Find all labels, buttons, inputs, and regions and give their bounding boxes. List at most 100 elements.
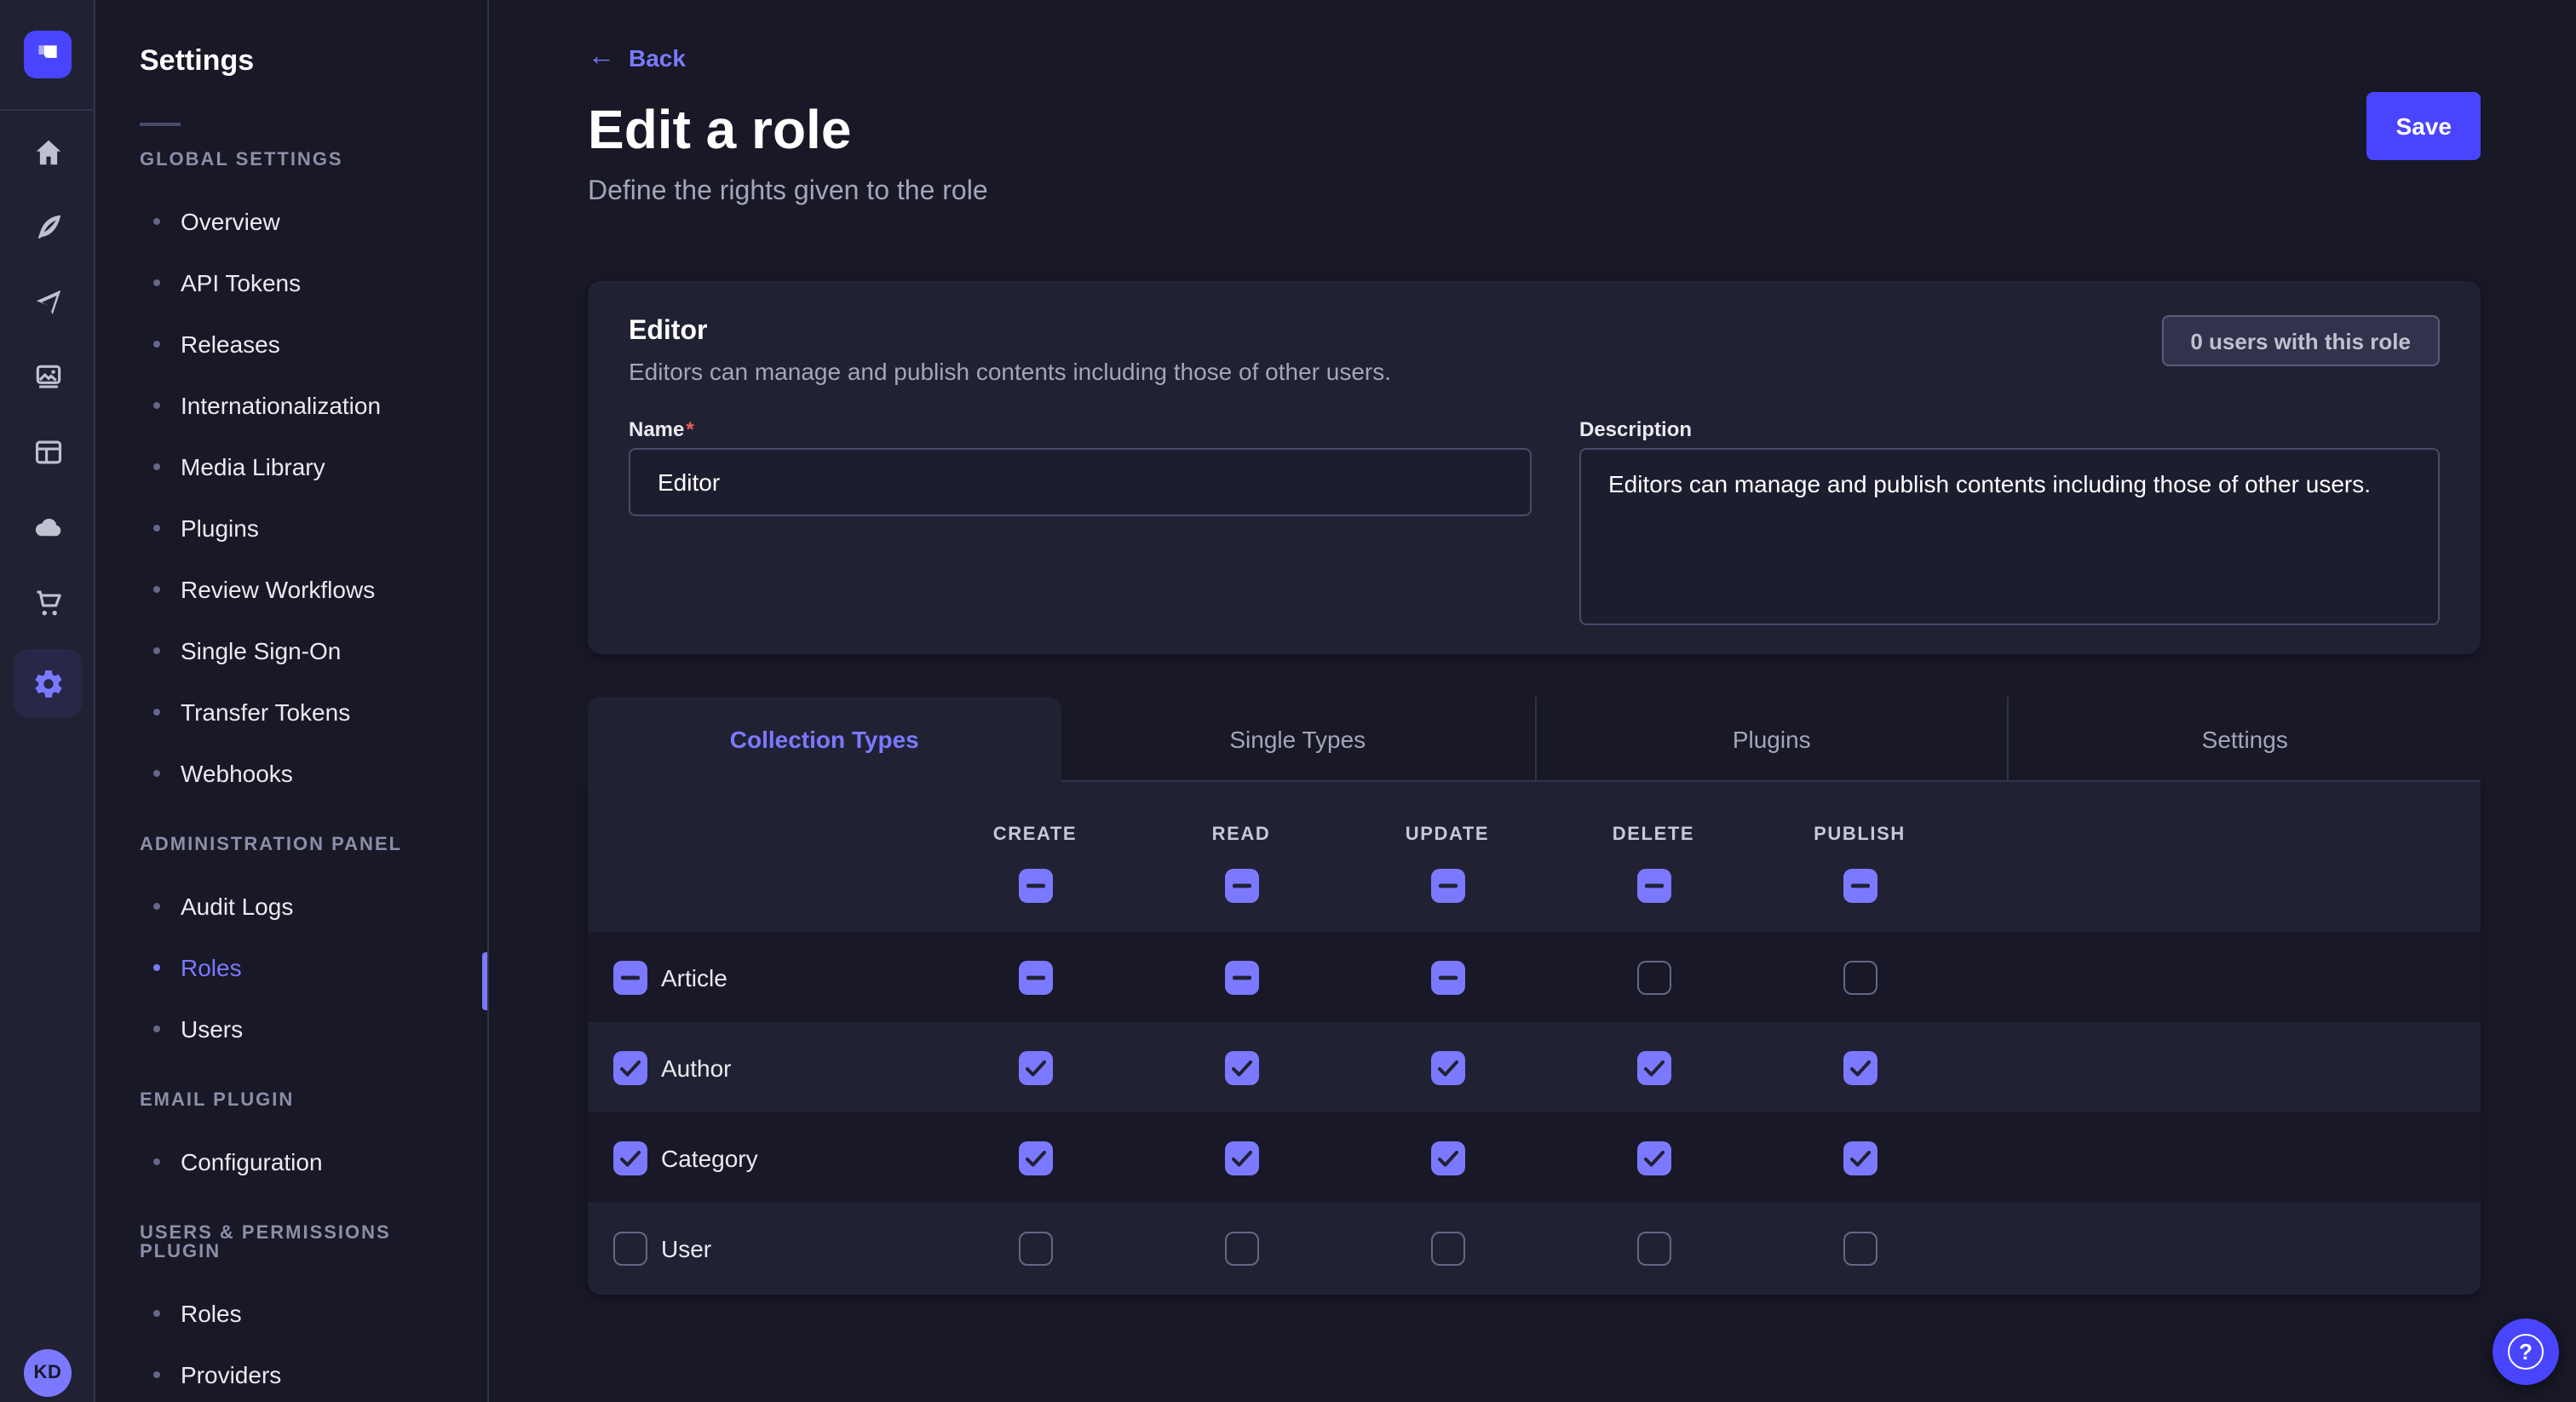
subnav-item-audit-logs[interactable]: Audit Logs [140, 889, 453, 923]
subnav-section-label: EMAIL PLUGIN [140, 1092, 453, 1111]
bullet-icon [153, 402, 160, 409]
subnav-item-label: Roles [181, 1296, 242, 1330]
checkbox-indeterminate[interactable] [1636, 869, 1670, 903]
checkbox-unchecked[interactable] [1018, 1231, 1052, 1265]
subnav-item-configuration[interactable]: Configuration [140, 1145, 453, 1179]
tab-plugins[interactable]: Plugins [1534, 697, 2008, 782]
checkbox-indeterminate[interactable] [1843, 869, 1877, 903]
tab-collection-types[interactable]: Collection Types [588, 697, 1061, 782]
column-header-delete: DELETE [1550, 826, 1757, 903]
subnav-title: Settings [140, 44, 453, 78]
permissions-tabs: Collection TypesSingle TypesPluginsSetti… [588, 697, 2481, 782]
subnav-item-media-library[interactable]: Media Library [140, 450, 453, 484]
nav-media-images-icon[interactable] [14, 346, 82, 407]
checkbox-unchecked[interactable] [613, 1231, 647, 1265]
nav-home-icon[interactable] [14, 121, 82, 182]
bullet-icon [153, 903, 160, 910]
role-card-title: Editor [629, 315, 1391, 349]
checkbox-checked[interactable] [1843, 1050, 1877, 1084]
media-images-icon [32, 360, 64, 393]
role-name-input[interactable] [629, 448, 1532, 516]
bullet-icon [153, 647, 160, 654]
subnav-item-label: Users [181, 1012, 243, 1046]
role-description-textarea[interactable] [1579, 448, 2440, 625]
nav-settings-gear-icon[interactable] [14, 649, 82, 717]
subnav-section-label: USERS & PERMISSIONS PLUGIN [140, 1225, 453, 1262]
subnav-item-plugins[interactable]: Plugins [140, 511, 453, 545]
nav-marketplace-cart-icon[interactable] [14, 571, 82, 632]
subnav-item-single-sign-on[interactable]: Single Sign-On [140, 634, 453, 668]
checkbox-unchecked[interactable] [1636, 960, 1670, 994]
page-title: Edit a role [588, 95, 2481, 164]
permission-row-author: Author [588, 1022, 2481, 1112]
checkbox-indeterminate[interactable] [1430, 960, 1464, 994]
save-button[interactable]: Save [2367, 92, 2481, 160]
checkbox-checked[interactable] [1430, 1141, 1464, 1175]
back-link[interactable]: ← Back [588, 41, 2481, 75]
column-label: CREATE [993, 826, 1077, 845]
nav-content-builder-feather-icon[interactable] [14, 196, 82, 257]
subnav-section-label: ADMINISTRATION PANEL [140, 836, 453, 855]
checkbox-unchecked[interactable] [1843, 960, 1877, 994]
subnav-item-review-workflows[interactable]: Review Workflows [140, 572, 453, 606]
checkbox-checked[interactable] [1018, 1141, 1052, 1175]
bullet-icon [153, 964, 160, 971]
subnav-item-label: Internationalization [181, 388, 381, 422]
checkbox-indeterminate[interactable] [1430, 869, 1464, 903]
subnav-item-users[interactable]: Users [140, 1012, 453, 1046]
subnav-item-internationalization[interactable]: Internationalization [140, 388, 453, 422]
role-details-card: Editor Editors can manage and publish co… [588, 281, 2481, 654]
tab-single-types[interactable]: Single Types [1061, 697, 1535, 782]
checkbox-checked[interactable] [1224, 1050, 1258, 1084]
bullet-icon [153, 586, 160, 593]
user-avatar[interactable]: KD [24, 1349, 72, 1397]
checkbox-checked[interactable] [613, 1050, 647, 1084]
row-label: Article [661, 963, 727, 991]
settings-subnav: Settings GLOBAL SETTINGSOverviewAPI Toke… [95, 0, 489, 1402]
subnav-item-webhooks[interactable]: Webhooks [140, 756, 453, 790]
tab-settings[interactable]: Settings [2008, 697, 2481, 782]
subnav-item-label: Roles [181, 951, 242, 985]
checkbox-checked[interactable] [1430, 1050, 1464, 1084]
subnav-item-label: Webhooks [181, 756, 293, 790]
nav-cloud-icon[interactable] [14, 496, 82, 557]
strapi-logo[interactable] [24, 31, 72, 78]
checkbox-checked[interactable] [1843, 1141, 1877, 1175]
checkbox-checked[interactable] [1636, 1141, 1670, 1175]
checkbox-indeterminate[interactable] [1018, 869, 1052, 903]
row-label: Category [661, 1144, 758, 1171]
settings-gear-icon [32, 667, 64, 699]
subnav-item-roles[interactable]: Roles [140, 951, 453, 985]
subnav-item-overview[interactable]: Overview [140, 204, 453, 238]
checkbox-checked[interactable] [1018, 1050, 1052, 1084]
back-arrow-icon: ← [588, 44, 615, 72]
column-label: UPDATE [1406, 826, 1489, 845]
nav-content-layout-icon[interactable] [14, 421, 82, 482]
help-button[interactable]: ? [2493, 1319, 2559, 1385]
checkbox-unchecked[interactable] [1843, 1231, 1877, 1265]
checkbox-checked[interactable] [1636, 1050, 1670, 1084]
checkbox-indeterminate[interactable] [1224, 869, 1258, 903]
column-header-publish: PUBLISH [1757, 826, 1963, 903]
checkbox-indeterminate[interactable] [613, 960, 647, 994]
checkbox-checked[interactable] [1224, 1141, 1258, 1175]
subnav-item-api-tokens[interactable]: API Tokens [140, 266, 453, 300]
cloud-icon [32, 510, 64, 543]
subnav-item-roles[interactable]: Roles [140, 1296, 453, 1330]
checkbox-unchecked[interactable] [1636, 1231, 1670, 1265]
subnav-item-providers[interactable]: Providers [140, 1358, 453, 1392]
nav-send-plane-icon[interactable] [14, 271, 82, 332]
content-builder-feather-icon [32, 210, 64, 243]
permissions-card: CREATEREADUPDATEDELETEPUBLISH ArticleAut… [588, 782, 2481, 1295]
checkbox-unchecked[interactable] [1430, 1231, 1464, 1265]
subnav-item-releases[interactable]: Releases [140, 327, 453, 361]
checkbox-indeterminate[interactable] [1018, 960, 1052, 994]
bullet-icon [153, 279, 160, 286]
checkbox-unchecked[interactable] [1224, 1231, 1258, 1265]
subnav-item-transfer-tokens[interactable]: Transfer Tokens [140, 695, 453, 729]
users-with-role-badge[interactable]: 0 users with this role [2161, 315, 2440, 366]
subnav-item-label: Releases [181, 327, 280, 361]
checkbox-checked[interactable] [613, 1141, 647, 1175]
subnav-item-label: Single Sign-On [181, 634, 341, 668]
checkbox-indeterminate[interactable] [1224, 960, 1258, 994]
